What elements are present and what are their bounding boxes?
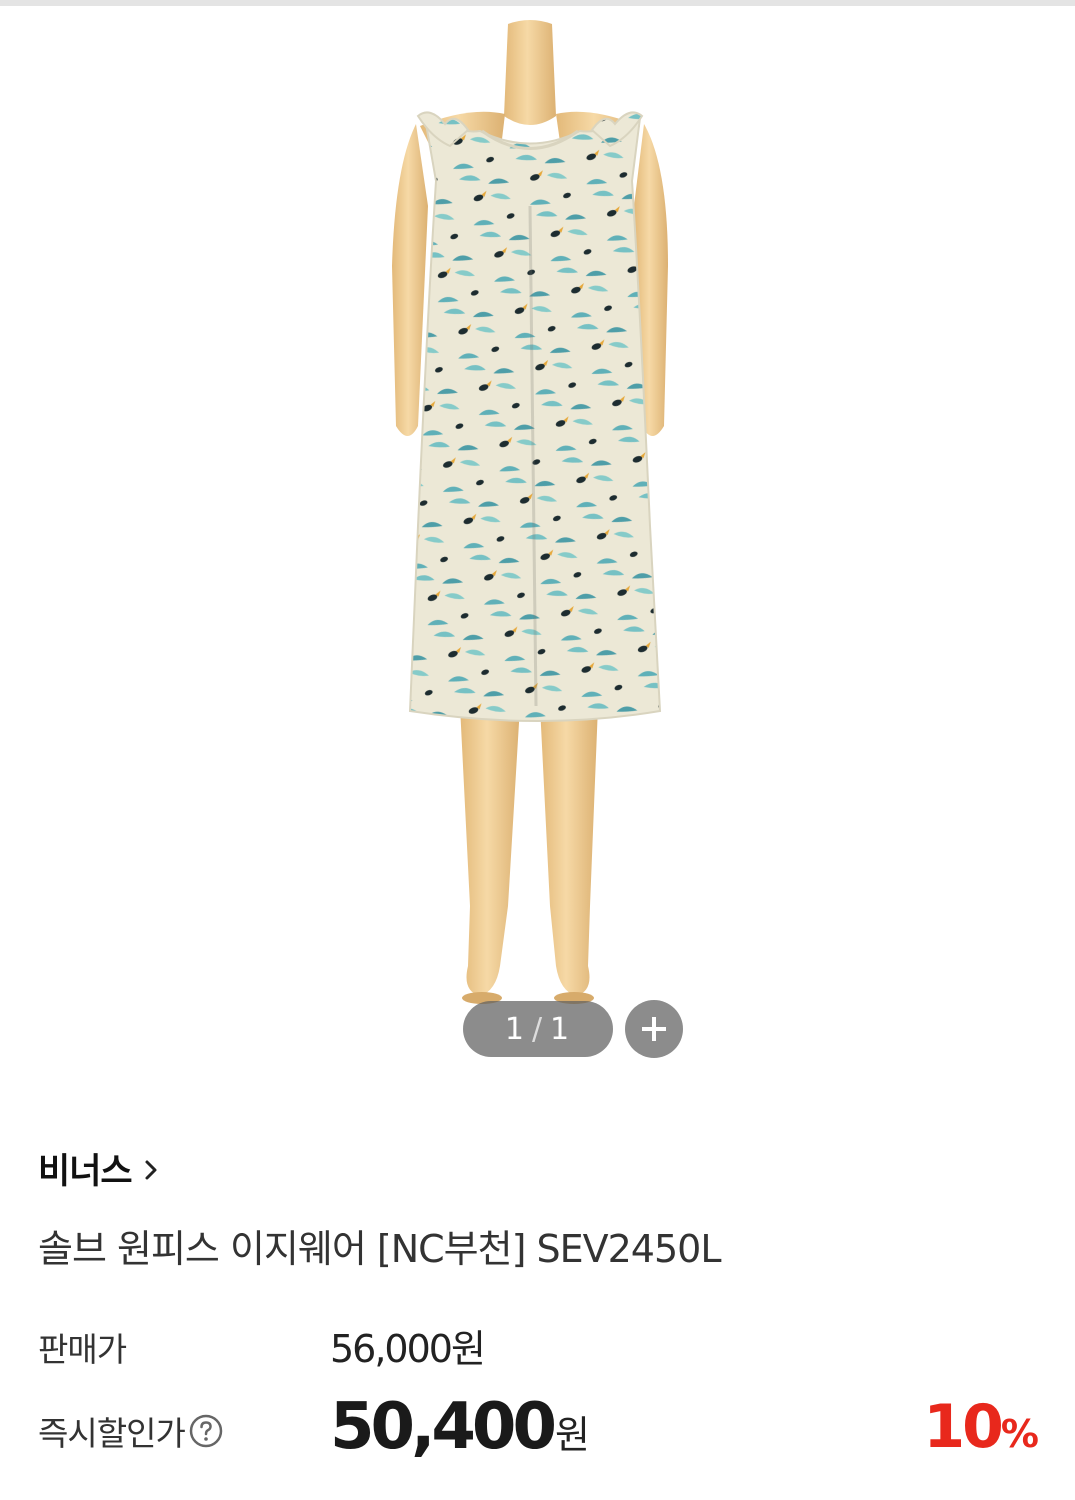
sale-price: 50,400 원 <box>330 1390 590 1464</box>
discount-rate-suffix: % <box>1000 1412 1039 1456</box>
question-circle-icon[interactable] <box>189 1414 223 1448</box>
sale-price-label-row: 즉시할인가 <box>38 1407 223 1455</box>
sale-price-label: 즉시할인가 <box>38 1414 186 1453</box>
chevron-right-icon <box>145 1160 157 1180</box>
discount-rate-number: 10 <box>923 1392 1003 1462</box>
product-title: 솔브 원피스 이지웨어 [NC부천] SEV2450L <box>38 1227 721 1271</box>
sale-price-amount: 50,400 <box>330 1390 557 1464</box>
pager-separator: / <box>531 1011 545 1047</box>
plus-icon <box>642 1017 666 1041</box>
sale-price-unit: 원 <box>554 1413 590 1457</box>
product-photo <box>0 6 1075 1086</box>
brand-link[interactable]: 비너스 <box>38 1145 158 1192</box>
discount-rate: 10 % <box>923 1392 1039 1462</box>
brand-name: 비너스 <box>38 1151 133 1192</box>
image-pager: 1 / 1 <box>463 1001 613 1057</box>
regular-price: 56,000원 <box>330 1327 486 1371</box>
regular-price-label: 판매가 <box>38 1330 127 1369</box>
zoom-button[interactable] <box>625 1000 683 1058</box>
pager-current: 1 <box>504 1011 526 1047</box>
pager-total: 1 <box>550 1011 572 1047</box>
product-image-gallery[interactable]: 1 / 1 <box>0 6 1075 1086</box>
